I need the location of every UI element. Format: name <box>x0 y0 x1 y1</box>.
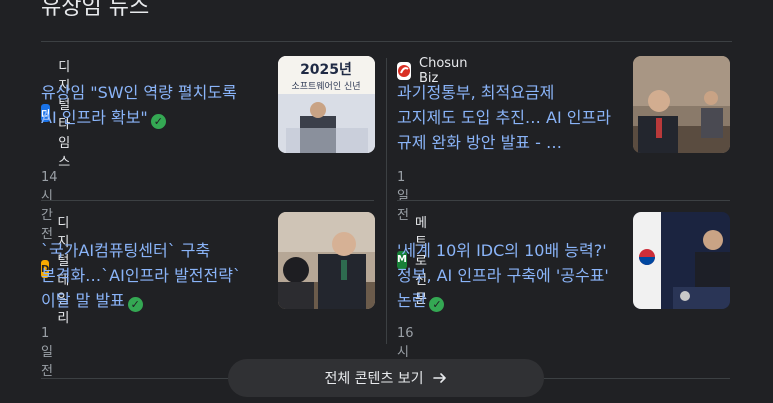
headline-text[interactable]: 유상임 "SW인 역량 펼치도록 AI 인프라 확보" <box>41 83 237 127</box>
news-thumbnail[interactable] <box>633 56 730 153</box>
divider <box>41 200 374 201</box>
divider <box>386 58 387 344</box>
source-logo-icon <box>397 62 411 80</box>
news-thumbnail[interactable]: 2025년 소프트웨어인 신년 <box>278 56 375 153</box>
news-headline[interactable]: 과기정통부, 최적요금제 고지제도 도입 추진… AI 인프라 규제 완화 방안… <box>397 80 611 155</box>
news-headline[interactable]: `국가AI컴퓨팅센터` 구축 본격화…`AI인프라 발전전략` 이달 말 발표 ✓ <box>41 238 255 313</box>
divider <box>397 200 730 201</box>
news-thumbnail[interactable] <box>278 212 375 309</box>
headline-text[interactable]: 과기정통부, 최적요금제 고지제도 도입 추진… AI 인프라 규제 완화 방안… <box>397 83 611 152</box>
news-headline[interactable]: '세계 10위 IDC의 10배 능력?' 정부, AI 인프라 구축에 '공수… <box>397 238 611 313</box>
news-time: 1일 전 <box>41 326 53 379</box>
headline-text[interactable]: '세계 10위 IDC의 10배 능력?' 정부, AI 인프라 구축에 '공수… <box>397 241 609 310</box>
divider <box>544 378 730 379</box>
divider <box>41 378 228 379</box>
thumb-banner-text: 2025년 <box>300 62 352 78</box>
arrow-right-icon <box>432 373 446 383</box>
section-title: 유상임 뉴스 <box>41 0 150 20</box>
news-thumbnail[interactable] <box>633 212 730 309</box>
news-headline[interactable]: 유상임 "SW인 역량 펼치도록 AI 인프라 확보" ✓ <box>41 80 255 130</box>
divider <box>41 41 732 42</box>
thumb-banner-sub: 소프트웨어인 신년 <box>291 80 360 92</box>
view-all-label: 전체 콘텐츠 보기 <box>324 371 424 387</box>
verified-check-icon: ✓ <box>127 297 143 312</box>
verified-check-icon: ✓ <box>150 114 166 129</box>
verified-check-icon: ✓ <box>429 297 445 312</box>
view-all-content-button[interactable]: 전체 콘텐츠 보기 <box>228 359 544 397</box>
